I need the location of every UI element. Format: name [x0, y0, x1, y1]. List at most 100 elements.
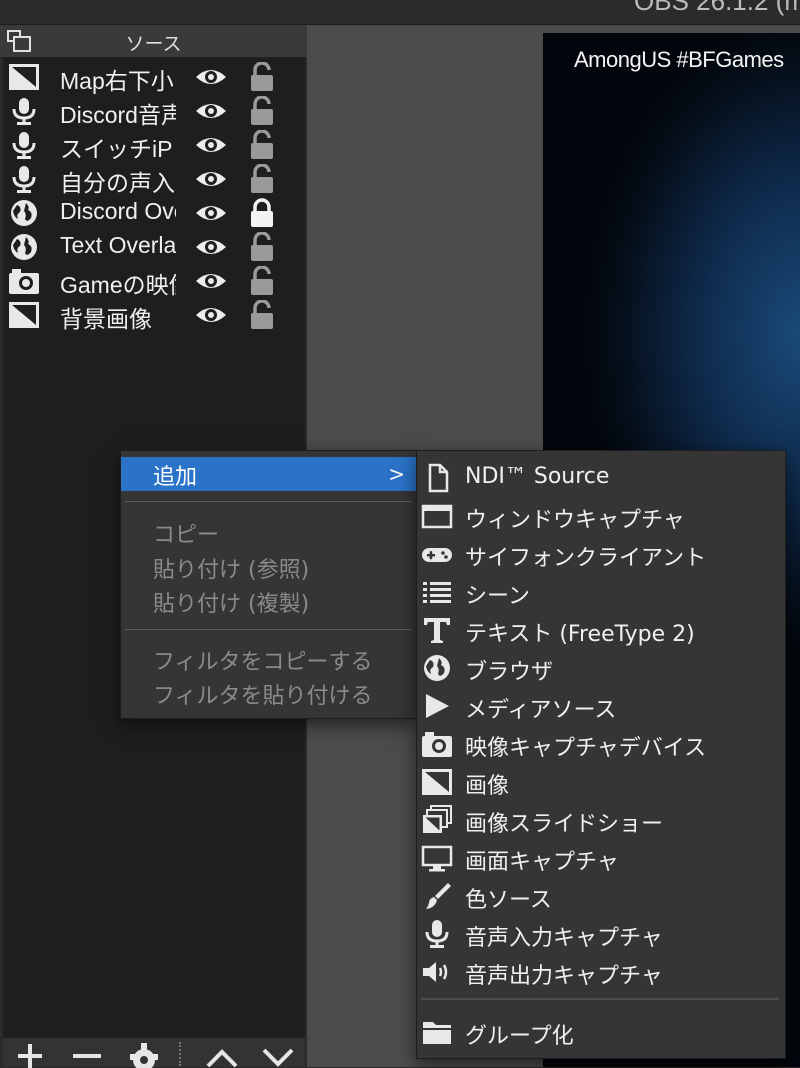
menu-item-label: NDI™ Source	[465, 464, 610, 489]
menu-item-group[interactable]: グループ化	[417, 1013, 785, 1051]
menu-item-label: フィルタを貼り付ける	[153, 684, 373, 709]
menu-item-paste-filters: フィルタを貼り付ける	[121, 676, 417, 710]
monitor-icon	[421, 845, 453, 872]
globe-icon	[11, 200, 37, 226]
image-icon	[422, 769, 452, 795]
menu-item-image[interactable]: 画像	[417, 763, 785, 801]
menu-item-syphon-client[interactable]: サイフォンクライアント	[417, 535, 785, 573]
menu-item-label: 追加	[153, 465, 198, 490]
menu-item-video-capture-device[interactable]: 映像キャプチャデバイス	[417, 725, 785, 763]
menu-item-scene[interactable]: シーン	[417, 573, 785, 611]
list-icon	[423, 582, 451, 603]
menu-item-label: 映像キャプチャデバイス	[465, 736, 707, 761]
menu-item-label: メディアソース	[465, 698, 617, 723]
menu-item-label: 貼り付け (参照)	[153, 558, 310, 583]
menu-item-label: サイフォンクライアント	[465, 546, 707, 571]
folder-icon	[423, 1022, 451, 1044]
microphone-icon	[12, 132, 36, 159]
menu-item-add[interactable]: 追加 >	[121, 457, 417, 491]
menu-item-display-capture[interactable]: 画面キャプチャ	[417, 839, 785, 877]
menu-item-paste-duplicate: 貼り付け (複製)	[121, 584, 417, 618]
unlocked-icon[interactable]	[249, 96, 275, 126]
menu-item-copy: コピー	[121, 515, 417, 549]
source-item[interactable]: Text Overlay	[3, 230, 305, 264]
eye-icon[interactable]	[194, 66, 228, 88]
unlocked-icon[interactable]	[249, 62, 275, 92]
menu-item-label: 音声出力キャプチャ	[465, 964, 663, 989]
menu-item-ndi-source[interactable]: NDI™ Source	[417, 459, 785, 497]
menu-item-browser[interactable]: ブラウザ	[417, 649, 785, 687]
source-item[interactable]: Discord Overlay	[3, 196, 305, 230]
locked-icon[interactable]	[249, 198, 275, 228]
source-item[interactable]: 自分の声入	[3, 162, 305, 196]
source-name: Discord音声	[60, 102, 176, 128]
microphone-icon	[425, 920, 449, 948]
unlocked-icon[interactable]	[249, 130, 275, 160]
camera-icon	[9, 269, 39, 294]
window-icon	[421, 504, 453, 529]
menu-item-text-freetype[interactable]: テキスト (FreeType 2)	[417, 611, 785, 649]
microphone-icon	[12, 98, 36, 125]
menu-item-audio-input-capture[interactable]: 音声入力キャプチャ	[417, 915, 785, 953]
menu-item-label: フィルタをコピーする	[153, 650, 373, 675]
source-item[interactable]: Gameの映像	[3, 264, 305, 298]
source-name: Discord Overlay	[60, 198, 176, 224]
menu-item-window-capture[interactable]: ウィンドウキャプチャ	[417, 497, 785, 535]
menu-item-label: シーン	[465, 584, 530, 609]
eye-icon[interactable]	[194, 168, 228, 190]
unlocked-icon[interactable]	[249, 164, 275, 194]
menu-item-label: グループ化	[465, 1024, 574, 1049]
unlocked-icon[interactable]	[249, 232, 275, 262]
gear-icon[interactable]	[127, 1040, 161, 1068]
menu-separator	[421, 998, 779, 1000]
menu-item-media-source[interactable]: メディアソース	[417, 687, 785, 725]
source-name: 自分の声入	[60, 170, 175, 196]
source-name: Map右下小	[60, 68, 174, 94]
menu-item-image-slideshow[interactable]: 画像スライドショー	[417, 801, 785, 839]
unlocked-icon[interactable]	[249, 266, 275, 296]
source-item[interactable]: Map右下小	[3, 60, 305, 94]
document-icon	[428, 463, 449, 493]
preview-overlay-text: AmongUS #BFGames	[574, 47, 784, 72]
eye-icon[interactable]	[194, 304, 228, 326]
source-item[interactable]: 背景画像	[3, 298, 305, 332]
source-name: Text Overlay	[60, 232, 176, 258]
slideshow-icon	[423, 805, 452, 833]
remove-source-button[interactable]	[71, 1040, 103, 1068]
menu-item-label: ウィンドウキャプチャ	[465, 508, 685, 533]
chevron-right-icon: >	[388, 462, 405, 486]
menu-item-label: ブラウザ	[465, 660, 554, 685]
speaker-icon	[423, 962, 448, 982]
toolbar-divider	[179, 1042, 183, 1066]
eye-icon[interactable]	[194, 236, 228, 258]
eye-icon[interactable]	[194, 202, 228, 224]
move-up-button[interactable]	[203, 1040, 241, 1068]
globe-icon	[11, 234, 37, 260]
menu-item-label: 音声入力キャプチャ	[465, 926, 663, 951]
eye-icon[interactable]	[194, 270, 228, 292]
sources-toolbar	[3, 1038, 305, 1068]
globe-icon	[424, 655, 450, 681]
source-item[interactable]: Discord音声	[3, 94, 305, 128]
eye-icon[interactable]	[194, 100, 228, 122]
move-down-button[interactable]	[259, 1040, 297, 1068]
source-item[interactable]: スイッチiP	[3, 128, 305, 162]
menu-item-color-source[interactable]: 色ソース	[417, 877, 785, 915]
menu-item-label: 貼り付け (複製)	[153, 592, 310, 617]
source-name: Gameの映像	[60, 272, 176, 298]
menu-item-audio-output-capture[interactable]: 音声出力キャプチャ	[417, 953, 785, 991]
menu-item-label: 色ソース	[465, 888, 552, 913]
brush-icon	[426, 883, 451, 909]
menu-item-label: 画像	[465, 774, 510, 799]
add-source-button[interactable]	[15, 1040, 45, 1068]
add-source-submenu: NDI™ Source ウィンドウキャプチャ サイフォンクライアント シーン テ…	[416, 450, 786, 1059]
camera-icon	[422, 732, 452, 757]
unlocked-icon[interactable]	[249, 300, 275, 330]
title-bar: OBS 26.1.2 (m	[0, 0, 800, 25]
eye-icon[interactable]	[194, 134, 228, 156]
microphone-icon	[12, 166, 36, 193]
text-icon	[424, 618, 450, 643]
sources-dock-title: ソース	[125, 33, 182, 55]
menu-item-label: コピー	[153, 523, 220, 548]
image-icon	[9, 64, 39, 90]
